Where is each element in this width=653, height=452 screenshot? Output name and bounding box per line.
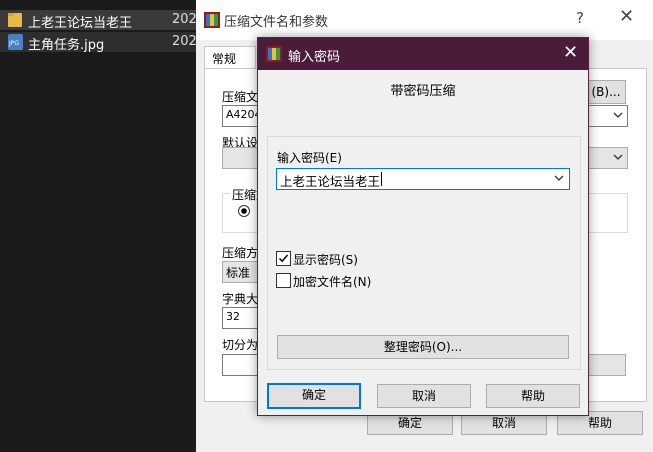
browse-button[interactable]: (B)...: [586, 80, 626, 104]
password-input[interactable]: 上老王论坛当老王: [276, 168, 570, 190]
file-row-jpg[interactable]: JPG 主角任务.jpg 202: [0, 32, 200, 53]
file-date: 202: [172, 34, 197, 49]
winrar-icon: [266, 46, 282, 62]
chevron-down-icon[interactable]: [554, 175, 564, 182]
bg-right-button[interactable]: [587, 354, 626, 376]
dictionary-label: 字典大: [222, 292, 259, 306]
close-icon[interactable]: ✕: [619, 6, 634, 27]
tab-label: 常规: [212, 52, 237, 66]
tab-general[interactable]: 常规: [204, 46, 256, 69]
password-label: 输入密码(E): [277, 151, 342, 165]
file-name: 上老王论坛当老王: [28, 16, 133, 31]
dialog-title: 输入密码: [288, 50, 341, 65]
radio-icon[interactable]: [238, 205, 250, 217]
text-caret: [381, 172, 382, 186]
encrypt-filenames-label[interactable]: 加密文件名(N): [293, 273, 371, 290]
help-icon[interactable]: ?: [576, 9, 584, 27]
dialog-heading: 带密码压缩: [390, 84, 456, 99]
winrar-icon: [204, 12, 220, 28]
checkmark-icon: [278, 254, 289, 263]
enter-password-dialog: 输入密码 ✕ 带密码压缩 输入密码(E) 上老王论坛当老王 显示密码(S) 加密…: [257, 37, 589, 416]
encrypt-filenames-checkbox[interactable]: [276, 273, 291, 288]
file-row-folder[interactable]: 上老王论坛当老王 202: [0, 10, 200, 31]
show-password-label[interactable]: 显示密码(S): [293, 251, 358, 268]
jpg-file-icon: JPG: [8, 34, 23, 50]
method-select[interactable]: 标准: [222, 261, 262, 283]
svg-text:JPG: JPG: [8, 40, 19, 47]
cancel-button[interactable]: 取消: [377, 384, 471, 408]
title-bar: 压缩文件名和参数 ? ✕: [196, 0, 653, 40]
file-name: 主角任务.jpg: [28, 38, 105, 53]
file-date: 202: [172, 12, 197, 27]
title-bar: 输入密码 ✕: [258, 38, 588, 70]
close-icon[interactable]: ✕: [563, 42, 578, 63]
split-label: 切分为: [222, 338, 259, 352]
split-input[interactable]: [222, 354, 262, 376]
show-password-checkbox[interactable]: [276, 251, 291, 266]
chevron-down-icon: [613, 154, 623, 160]
chevron-down-icon: [613, 112, 623, 118]
help-button[interactable]: 帮助: [486, 384, 580, 408]
ok-button[interactable]: 确定: [267, 383, 361, 409]
folder-icon: [8, 13, 22, 27]
archive-name-label: 压缩文: [222, 90, 259, 104]
password-value: 上老王论坛当老王: [280, 174, 381, 189]
method-label: 压缩方: [222, 246, 259, 260]
organize-passwords-button[interactable]: 整理密码(O)...: [277, 335, 569, 359]
dictionary-select[interactable]: 32: [222, 307, 262, 329]
dialog-title: 压缩文件名和参数: [224, 15, 329, 30]
